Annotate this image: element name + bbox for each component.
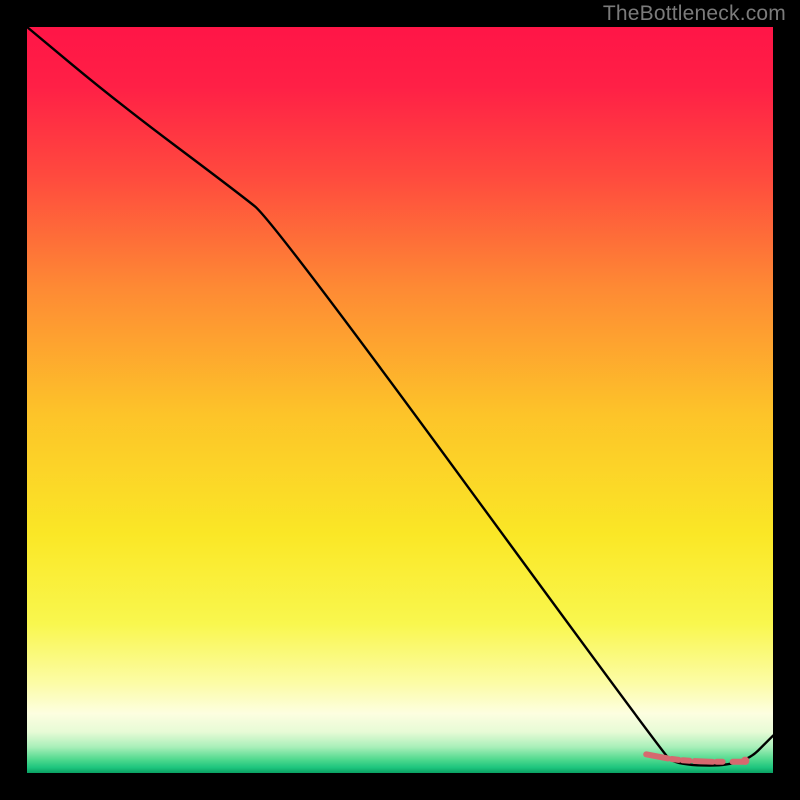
- plot-area: [27, 27, 773, 773]
- bottom-dash-segment: [695, 761, 713, 762]
- bottom-dash-end-dot: [741, 757, 749, 765]
- chart-svg: [27, 27, 773, 773]
- watermark-text: TheBottleneck.com: [603, 2, 786, 26]
- chart-frame: TheBottleneck.com: [0, 0, 800, 800]
- gradient-background: [27, 27, 773, 773]
- bottom-dash-segment: [672, 759, 679, 760]
- bottom-dash-segment: [646, 754, 668, 758]
